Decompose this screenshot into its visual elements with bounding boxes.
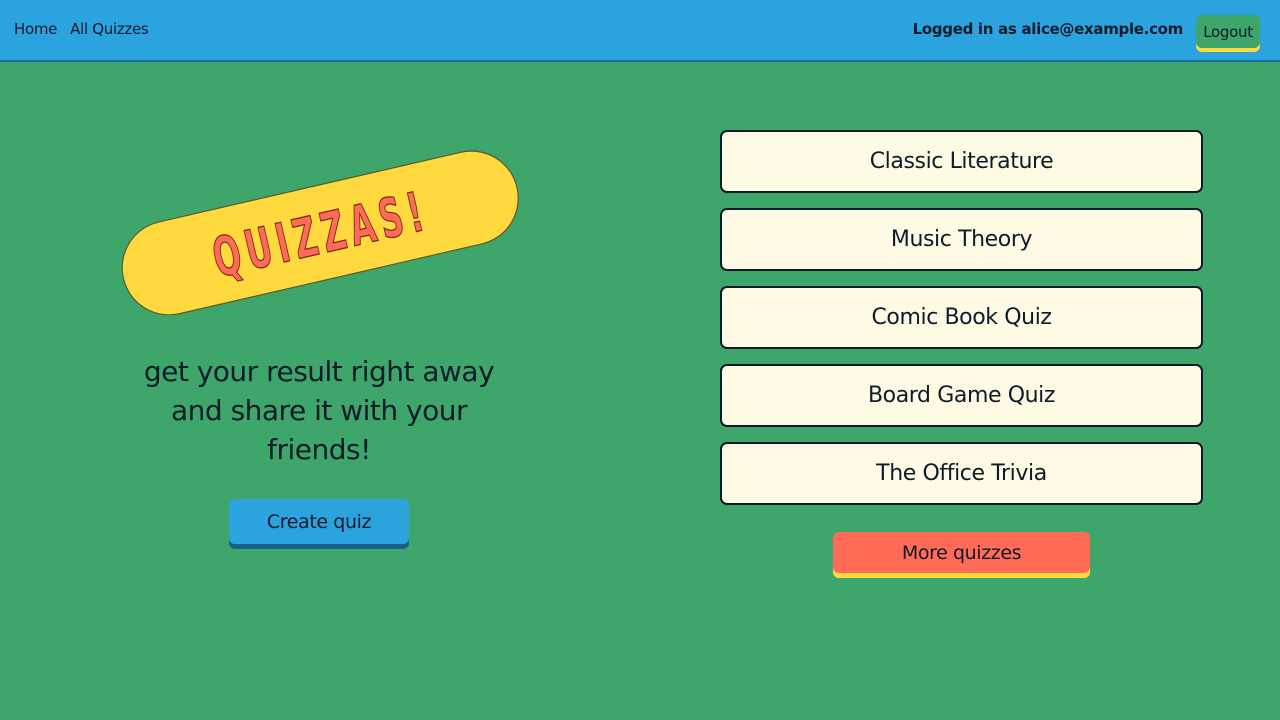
featured-quiz-list: Classic Literature Music Theory Comic Bo… — [720, 130, 1203, 520]
quiz-card-comic-book-quiz[interactable]: Comic Book Quiz — [720, 286, 1203, 349]
nav-link-home[interactable]: Home — [14, 20, 57, 38]
create-quiz-button[interactable]: Create quiz — [229, 499, 409, 544]
quiz-card-music-theory[interactable]: Music Theory — [720, 208, 1203, 271]
nav-links: Home All Quizzes — [14, 20, 149, 38]
quiz-card-classic-literature[interactable]: Classic Literature — [720, 130, 1203, 193]
more-quizzes-button[interactable]: More quizzes — [833, 532, 1090, 573]
quiz-card-board-game-quiz[interactable]: Board Game Quiz — [720, 364, 1203, 427]
logout-button[interactable]: Logout — [1196, 15, 1260, 48]
logged-in-user-text: Logged in as alice@example.com — [912, 20, 1184, 38]
quiz-card-the-office-trivia[interactable]: The Office Trivia — [720, 442, 1203, 505]
hero-tagline: get your result right away and share it … — [143, 355, 495, 466]
nav-link-all-quizzes[interactable]: All Quizzes — [70, 20, 149, 38]
quizzas-logo-banner: QUIZZAS! — [110, 150, 530, 315]
top-navbar: Home All Quizzes Logged in as alice@exam… — [0, 0, 1280, 62]
logo-banner-graphic: QUIZZAS! — [121, 150, 519, 315]
